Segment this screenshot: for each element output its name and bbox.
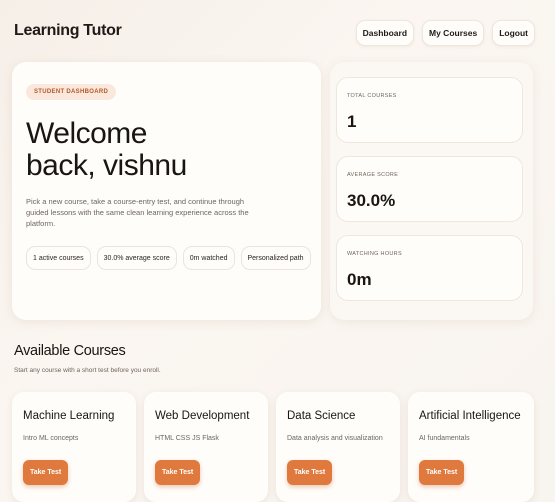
take-test-button[interactable]: Take Test <box>419 460 465 485</box>
available-courses-subtitle: Start any course with a short test befor… <box>14 367 161 374</box>
welcome-card: STUDENT DASHBOARD Welcome back, vishnu P… <box>12 62 321 320</box>
take-test-button[interactable]: Take Test <box>23 460 69 485</box>
stat-total-courses: TOTAL COURSES 1 <box>336 77 523 143</box>
student-dashboard-badge: STUDENT DASHBOARD <box>26 84 117 100</box>
logout-button[interactable]: Logout <box>492 20 535 46</box>
welcome-heading-line1: Welcome <box>26 117 147 150</box>
stat-label: TOTAL COURSES <box>347 93 397 99</box>
course-title: Web Development <box>155 410 250 422</box>
course-description: AI fundamentals <box>419 435 470 442</box>
stat-label: AVERAGE SCORE <box>347 172 399 178</box>
stat-value: 1 <box>347 112 357 131</box>
course-title: Artificial Intelligence <box>419 410 521 422</box>
course-card-artificial-intelligence: Artificial Intelligence AI fundamentals … <box>408 392 534 502</box>
chip-personalized-path: Personalized path <box>240 246 311 270</box>
course-card-machine-learning: Machine Learning Intro ML concepts Take … <box>12 392 136 502</box>
stat-value: 0m <box>347 270 372 289</box>
top-bar: Learning Tutor Dashboard My Courses Logo… <box>0 0 555 62</box>
course-card-data-science: Data Science Data analysis and visualiza… <box>276 392 400 502</box>
brand-title: Learning Tutor <box>14 22 122 39</box>
my-courses-button[interactable]: My Courses <box>422 20 485 46</box>
course-title: Data Science <box>287 410 356 422</box>
course-description: HTML CSS JS Flask <box>155 435 219 442</box>
course-description: Data analysis and visualization <box>287 435 383 442</box>
stat-label: WATCHING HOURS <box>347 251 402 257</box>
course-description: Intro ML concepts <box>23 435 79 442</box>
stats-panel: TOTAL COURSES 1 AVERAGE SCORE 30.0% WATC… <box>330 62 533 320</box>
top-nav: Dashboard My Courses Logout <box>355 20 535 46</box>
chip-watched: 0m watched <box>182 246 235 270</box>
chip-active-courses: 1 active courses <box>26 246 91 270</box>
take-test-button[interactable]: Take Test <box>155 460 201 485</box>
stat-watching-hours: WATCHING HOURS 0m <box>336 235 523 301</box>
course-title: Machine Learning <box>23 410 115 422</box>
course-card-web-development: Web Development HTML CSS JS Flask Take T… <box>144 392 268 502</box>
welcome-heading: Welcome back, vishnu <box>26 118 187 182</box>
stat-value: 30.0% <box>347 191 396 210</box>
stat-average-score: AVERAGE SCORE 30.0% <box>336 156 523 222</box>
welcome-subtitle: Pick a new course, take a course-entry t… <box>26 197 249 228</box>
take-test-button[interactable]: Take Test <box>287 460 333 485</box>
dashboard-button[interactable]: Dashboard <box>355 20 415 46</box>
summary-chips: 1 active courses 30.0% average score 0m … <box>26 246 311 270</box>
chip-average-score: 30.0% average score <box>96 246 177 270</box>
welcome-heading-line2: back, vishnu <box>26 149 187 182</box>
available-courses-heading: Available Courses <box>14 343 126 359</box>
